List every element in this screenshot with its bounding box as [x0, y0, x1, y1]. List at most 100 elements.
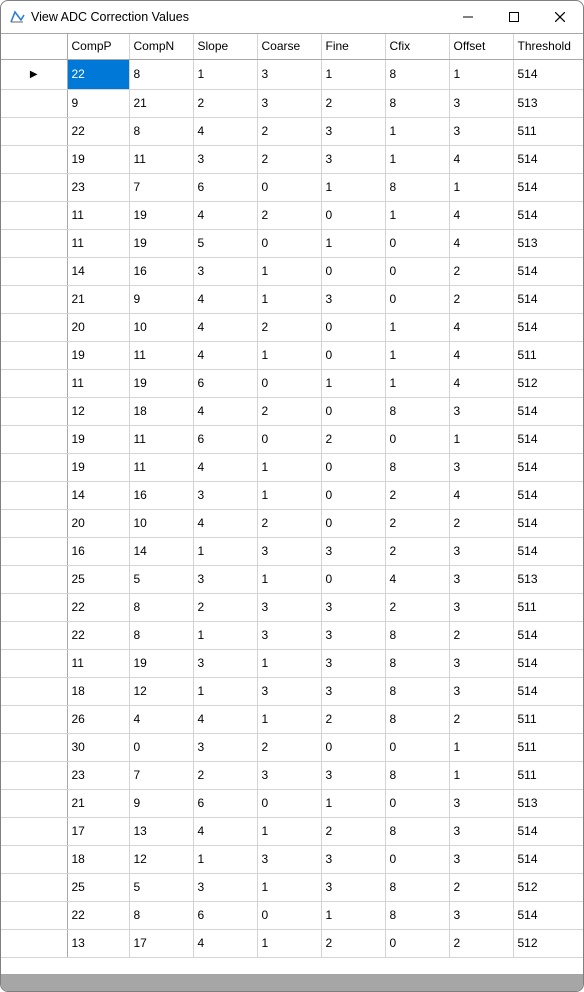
cell[interactable]: 19 — [129, 229, 193, 257]
cell[interactable]: 3 — [257, 621, 321, 649]
cell[interactable]: 511 — [513, 733, 583, 761]
cell[interactable]: 13 — [67, 929, 129, 957]
cell[interactable]: 11 — [67, 201, 129, 229]
row-header[interactable] — [1, 229, 67, 257]
table-row[interactable]: 25531382512 — [1, 873, 583, 901]
cell[interactable]: 3 — [449, 817, 513, 845]
cell[interactable]: 1 — [193, 845, 257, 873]
cell[interactable]: 5 — [193, 229, 257, 257]
cell[interactable]: 4 — [193, 313, 257, 341]
cell[interactable]: 8 — [385, 89, 449, 117]
cell[interactable]: 1 — [321, 901, 385, 929]
column-header-offset[interactable]: Offset — [449, 34, 513, 59]
cell[interactable]: 3 — [449, 677, 513, 705]
table-row[interactable]: 181213303514 — [1, 845, 583, 873]
cell[interactable]: 4 — [193, 453, 257, 481]
cell[interactable]: 20 — [67, 313, 129, 341]
cell[interactable]: 1 — [257, 649, 321, 677]
cell[interactable]: 512 — [513, 873, 583, 901]
cell[interactable]: 4 — [193, 117, 257, 145]
cell[interactable]: 19 — [129, 201, 193, 229]
cell[interactable]: 12 — [129, 677, 193, 705]
cell[interactable]: 2 — [321, 425, 385, 453]
cell[interactable]: 0 — [321, 397, 385, 425]
cell[interactable]: 2 — [449, 509, 513, 537]
table-row[interactable]: 161413323514 — [1, 537, 583, 565]
row-header[interactable] — [1, 481, 67, 509]
cell[interactable]: 3 — [257, 593, 321, 621]
row-header[interactable] — [1, 873, 67, 901]
cell[interactable]: 513 — [513, 565, 583, 593]
cell[interactable]: 2 — [385, 481, 449, 509]
cell[interactable]: 4 — [449, 481, 513, 509]
cell[interactable]: 1 — [257, 705, 321, 733]
cell[interactable]: 3 — [321, 845, 385, 873]
datagrid-scroll[interactable]: CompPCompNSlopeCoarseFineCfixOffsetThres… — [1, 33, 583, 974]
cell[interactable]: 514 — [513, 901, 583, 929]
table-row[interactable]: 181213383514 — [1, 677, 583, 705]
cell[interactable]: 1 — [257, 817, 321, 845]
column-header-compn[interactable]: CompN — [129, 34, 193, 59]
cell[interactable]: 8 — [385, 173, 449, 201]
cell[interactable]: 5 — [129, 873, 193, 901]
row-header[interactable] — [1, 537, 67, 565]
cell[interactable]: 16 — [67, 537, 129, 565]
row-header[interactable] — [1, 509, 67, 537]
cell[interactable]: 21 — [129, 89, 193, 117]
table-row[interactable]: 92123283513 — [1, 89, 583, 117]
cell[interactable]: 16 — [129, 257, 193, 285]
cell[interactable]: 3 — [321, 761, 385, 789]
cell[interactable]: 2 — [385, 593, 449, 621]
cell[interactable]: 3 — [193, 481, 257, 509]
close-button[interactable] — [537, 1, 583, 33]
table-row[interactable]: 141631024514 — [1, 481, 583, 509]
row-header[interactable]: ▶ — [1, 59, 67, 89]
cell[interactable]: 7 — [129, 761, 193, 789]
cell[interactable]: 2 — [449, 873, 513, 901]
cell[interactable]: 2 — [193, 89, 257, 117]
cell[interactable]: 0 — [385, 425, 449, 453]
cell[interactable]: 512 — [513, 929, 583, 957]
cell[interactable]: 17 — [129, 929, 193, 957]
cell[interactable]: 514 — [513, 481, 583, 509]
cell[interactable]: 3 — [321, 677, 385, 705]
row-header[interactable] — [1, 89, 67, 117]
cell[interactable]: 514 — [513, 537, 583, 565]
cell[interactable]: 1 — [193, 677, 257, 705]
cell[interactable]: 511 — [513, 117, 583, 145]
cell[interactable]: 3 — [449, 537, 513, 565]
cell[interactable]: 2 — [257, 145, 321, 173]
cell[interactable]: 2 — [257, 117, 321, 145]
cell[interactable]: 511 — [513, 593, 583, 621]
cell[interactable]: 514 — [513, 201, 583, 229]
cell[interactable]: 23 — [67, 761, 129, 789]
cell[interactable]: 7 — [129, 173, 193, 201]
cell[interactable]: 3 — [257, 537, 321, 565]
cell[interactable]: 11 — [129, 341, 193, 369]
cell[interactable]: 2 — [449, 257, 513, 285]
horizontal-scrollbar[interactable] — [1, 974, 583, 991]
cell[interactable]: 512 — [513, 369, 583, 397]
cell[interactable]: 19 — [67, 453, 129, 481]
cell[interactable]: 13 — [129, 817, 193, 845]
cell[interactable]: 16 — [129, 481, 193, 509]
table-row[interactable]: 21960103513 — [1, 789, 583, 817]
table-row[interactable]: 22860183514 — [1, 901, 583, 929]
cell[interactable]: 2 — [257, 733, 321, 761]
cell[interactable]: 1 — [257, 565, 321, 593]
cell[interactable]: 3 — [193, 873, 257, 901]
cell[interactable]: 0 — [385, 845, 449, 873]
cell[interactable]: 0 — [321, 481, 385, 509]
cell[interactable]: 2 — [257, 397, 321, 425]
cell[interactable]: 25 — [67, 873, 129, 901]
cell[interactable]: 10 — [129, 313, 193, 341]
row-header[interactable] — [1, 257, 67, 285]
cell[interactable]: 18 — [67, 677, 129, 705]
cell[interactable]: 4 — [449, 145, 513, 173]
cell[interactable]: 14 — [67, 257, 129, 285]
cell[interactable]: 4 — [193, 817, 257, 845]
cell[interactable]: 3 — [193, 257, 257, 285]
cell[interactable]: 9 — [129, 789, 193, 817]
column-header-compp[interactable]: CompP — [67, 34, 129, 59]
cell[interactable]: 0 — [129, 733, 193, 761]
